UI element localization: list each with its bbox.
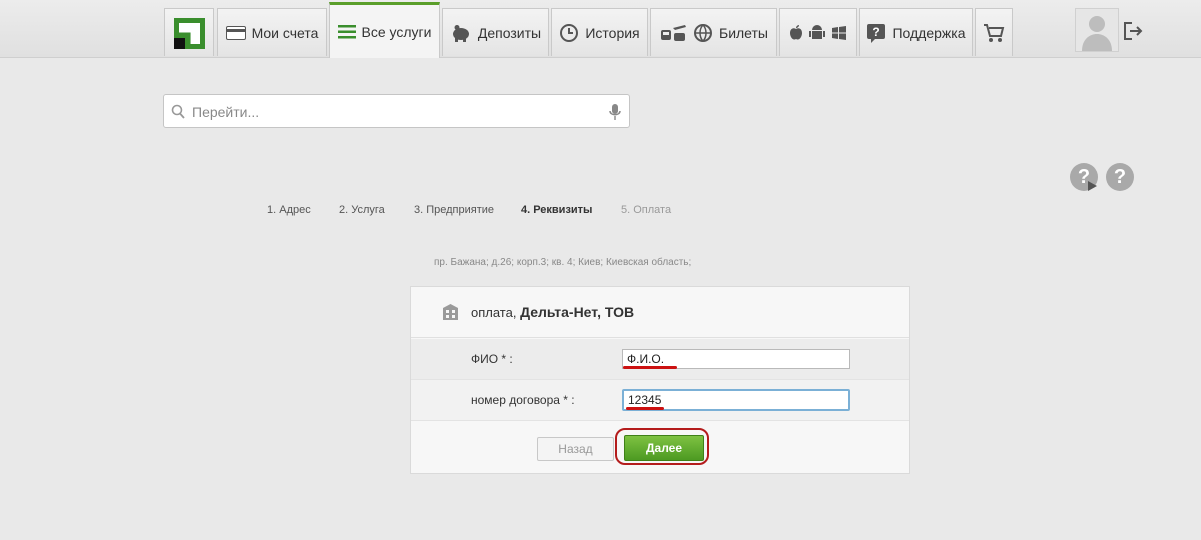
apple-icon — [790, 24, 802, 40]
nav-all-services[interactable]: Все услуги — [329, 2, 440, 58]
user-silhouette-icon — [1076, 9, 1118, 51]
nav-history[interactable]: История — [551, 8, 648, 56]
nav-deposits-label: Депозиты — [477, 24, 542, 41]
search-box[interactable] — [163, 94, 630, 128]
nav-cart[interactable] — [975, 8, 1013, 56]
step-enterprise[interactable]: 3. Предприятие — [414, 204, 494, 216]
step-service[interactable]: 2. Услуга — [339, 204, 385, 216]
nav-support-label: Поддержка — [892, 24, 966, 41]
help-glyph: ? — [1113, 166, 1127, 188]
privatbank-logo[interactable] — [164, 8, 214, 56]
user-avatar[interactable] — [1075, 8, 1119, 52]
payment-company: Дельта-Нет, ТОВ — [520, 304, 635, 320]
payment-title-prefix: оплата, — [471, 305, 521, 320]
search-input[interactable] — [190, 101, 594, 123]
red-underline-annotation — [623, 366, 677, 369]
windows-icon — [832, 25, 846, 40]
nav-history-label: История — [585, 24, 640, 41]
microphone-icon[interactable] — [609, 104, 621, 121]
list-icon — [337, 24, 356, 38]
fio-label: ФИО * : — [471, 352, 513, 366]
svg-text:?: ? — [873, 25, 880, 39]
contract-number-label: номер договора * : — [471, 393, 575, 407]
nav-my-accounts-label: Мои счета — [251, 24, 319, 41]
clock-icon — [560, 23, 579, 42]
step-payment: 5. Оплата — [621, 204, 672, 216]
nav-mobile-apps[interactable] — [779, 8, 857, 56]
back-button[interactable]: Назад — [537, 437, 614, 461]
payment-title: оплата, Дельта-Нет, ТОВ — [471, 304, 634, 320]
card-icon — [225, 25, 246, 40]
payment-form: оплата, Дельта-Нет, ТОВ ФИО * : номер до… — [410, 286, 910, 474]
nav-support[interactable]: ? Поддержка — [859, 8, 973, 56]
nav-tickets-label: Билеты — [719, 24, 768, 41]
next-button[interactable]: Далее — [624, 435, 704, 461]
building-icon — [443, 304, 458, 320]
nav-deposits[interactable]: Депозиты — [442, 8, 549, 56]
globe-icon — [694, 23, 712, 42]
help-icon[interactable]: ? — [1106, 163, 1134, 191]
android-icon — [809, 24, 825, 39]
support-question-icon: ? — [867, 23, 886, 43]
red-underline-annotation — [626, 407, 664, 410]
nav-all-services-label: Все услуги — [361, 23, 432, 40]
search-icon — [171, 104, 185, 119]
nav-my-accounts[interactable]: Мои счета — [217, 8, 327, 56]
nav-tickets[interactable]: Билеты — [650, 8, 777, 56]
piggy-bank-icon — [452, 24, 469, 42]
shopping-cart-icon — [984, 23, 1005, 42]
logout-icon[interactable] — [1123, 22, 1143, 40]
step-requisites: 4. Реквизиты — [521, 204, 593, 216]
payment-form-header: оплата, Дельта-Нет, ТОВ — [411, 287, 909, 338]
play-icon — [1088, 181, 1097, 191]
fio-row: ФИО * : — [411, 339, 909, 380]
step-address[interactable]: 1. Адрес — [267, 204, 311, 216]
contract-row: номер договора * : — [411, 380, 909, 421]
train-plane-icon — [661, 24, 686, 41]
address-line: пр. Бажана; д.26; корп.3; кв. 4; Киев; К… — [434, 257, 692, 268]
